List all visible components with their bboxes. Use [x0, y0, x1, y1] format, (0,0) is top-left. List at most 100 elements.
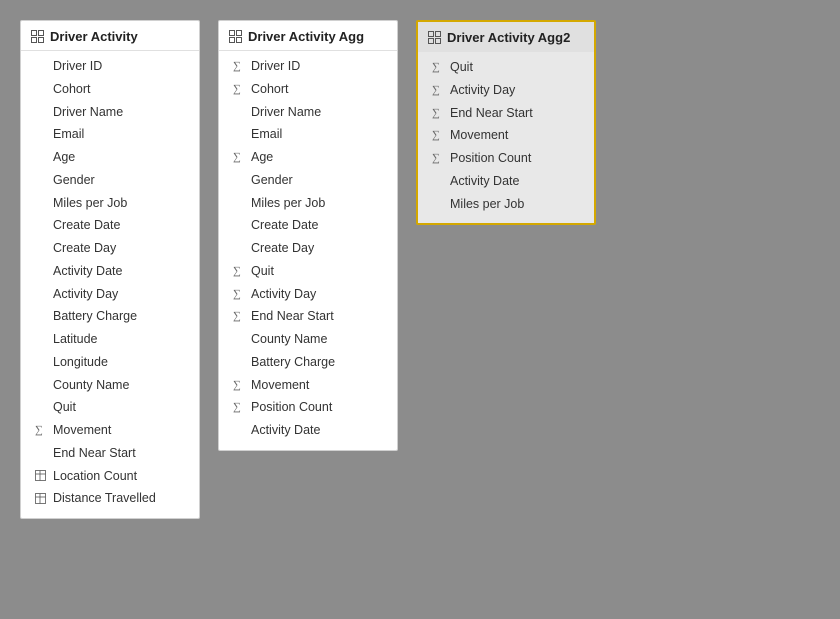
field-name: County Name — [53, 376, 129, 395]
field-name: Position Count — [251, 398, 332, 417]
field-row[interactable]: Quit — [21, 396, 199, 419]
sigma-icon: ∑ — [233, 263, 247, 280]
field-row[interactable]: ∑Quit — [418, 56, 594, 79]
sigma-icon: ∑ — [432, 59, 446, 76]
field-name: County Name — [251, 330, 327, 349]
field-row[interactable]: ∑Activity Day — [418, 79, 594, 102]
sigma-icon: ∑ — [233, 58, 247, 75]
table-title-driver-activity-agg2: Driver Activity Agg2 — [447, 30, 570, 45]
field-row[interactable]: ∑Activity Day — [219, 283, 397, 306]
field-name: Miles per Job — [53, 194, 127, 213]
field-row[interactable]: Location Count — [21, 465, 199, 488]
field-row[interactable]: ∑End Near Start — [418, 102, 594, 125]
sigma-icon: ∑ — [432, 150, 446, 167]
field-row[interactable]: Email — [21, 123, 199, 146]
field-row[interactable]: Create Date — [219, 214, 397, 237]
field-name: Gender — [53, 171, 95, 190]
field-row[interactable]: ∑Movement — [21, 419, 199, 442]
field-name: Miles per Job — [450, 195, 524, 214]
table-body-driver-activity-agg2: ∑Quit∑Activity Day∑End Near Start∑Moveme… — [418, 52, 594, 223]
sigma-icon: ∑ — [233, 149, 247, 166]
field-name: Create Date — [53, 216, 120, 235]
field-row[interactable]: Create Day — [21, 237, 199, 260]
field-row[interactable]: Miles per Job — [219, 192, 397, 215]
table-icon — [35, 470, 49, 482]
field-name: Activity Date — [251, 421, 320, 440]
field-name: Age — [251, 148, 273, 167]
field-row[interactable]: Driver Name — [21, 101, 199, 124]
field-row[interactable]: ∑Movement — [219, 374, 397, 397]
table-body-driver-activity: Driver ID Cohort Driver NameEmailAge Gender… — [21, 51, 199, 518]
sigma-icon: ∑ — [432, 127, 446, 144]
field-row[interactable]: ∑Movement — [418, 124, 594, 147]
field-row[interactable]: ∑Position Count — [219, 396, 397, 419]
table-body-driver-activity-agg: ∑Driver ID∑CohortDriver NameEmail∑AgeGen… — [219, 51, 397, 450]
field-name: Miles per Job — [251, 194, 325, 213]
field-row[interactable]: Latitude — [21, 328, 199, 351]
field-name: Battery Charge — [251, 353, 335, 372]
field-row[interactable]: Miles per Job — [21, 192, 199, 215]
field-name: Email — [251, 125, 282, 144]
field-name: Battery Charge — [53, 307, 137, 326]
field-name: Create Date — [251, 216, 318, 235]
field-name: Activity Date — [53, 262, 122, 281]
field-row[interactable]: ∑Quit — [219, 260, 397, 283]
field-row[interactable]: Gender — [21, 169, 199, 192]
field-row[interactable]: Activity Date — [21, 260, 199, 283]
field-name: Activity Day — [53, 285, 118, 304]
field-row[interactable]: End Near Start — [21, 442, 199, 465]
sigma-icon: ∑ — [233, 308, 247, 325]
field-name: Quit — [251, 262, 274, 281]
field-name: Driver ID — [53, 57, 102, 76]
sigma-icon: ∑ — [233, 286, 247, 303]
field-row[interactable]: Create Day — [219, 237, 397, 260]
field-row[interactable]: Create Date — [21, 214, 199, 237]
field-row[interactable]: ∑Position Count — [418, 147, 594, 170]
field-row[interactable]: Battery Charge — [21, 305, 199, 328]
field-row[interactable]: Age — [21, 146, 199, 169]
field-row[interactable]: Activity Date — [418, 170, 594, 193]
field-name: Quit — [450, 58, 473, 77]
field-row[interactable]: County Name — [21, 374, 199, 397]
field-name: Create Day — [251, 239, 314, 258]
field-row[interactable]: Longitude — [21, 351, 199, 374]
field-name: Movement — [53, 421, 111, 440]
sigma-icon: ∑ — [432, 82, 446, 99]
field-row[interactable]: Cohort — [21, 78, 199, 101]
field-row[interactable]: Driver ID — [21, 55, 199, 78]
table-title-driver-activity: Driver Activity — [50, 29, 138, 44]
field-name: Cohort — [251, 80, 289, 99]
field-row[interactable]: Miles per Job — [418, 193, 594, 216]
field-row[interactable]: Distance Travelled — [21, 487, 199, 510]
field-name: End Near Start — [251, 307, 334, 326]
field-name: Movement — [251, 376, 309, 395]
field-name: Driver Name — [53, 103, 123, 122]
table-card-driver-activity-agg: Driver Activity Agg∑Driver ID∑CohortDriv… — [218, 20, 398, 451]
field-name: Create Day — [53, 239, 116, 258]
field-row[interactable]: Driver Name — [219, 101, 397, 124]
sigma-icon: ∑ — [233, 377, 247, 394]
sigma-icon: ∑ — [233, 399, 247, 416]
field-row[interactable]: Activity Day — [21, 283, 199, 306]
field-name: Driver ID — [251, 57, 300, 76]
field-row[interactable]: Email — [219, 123, 397, 146]
table-grid-icon — [428, 31, 441, 44]
field-name: Cohort — [53, 80, 91, 99]
field-row[interactable]: Gender — [219, 169, 397, 192]
field-row[interactable]: ∑Driver ID — [219, 55, 397, 78]
table-grid-icon — [31, 30, 44, 43]
table-card-driver-activity: Driver Activity Driver ID Cohort Driver Nam… — [20, 20, 200, 519]
table-header-driver-activity-agg2: Driver Activity Agg2 — [418, 22, 594, 52]
field-row[interactable]: County Name — [219, 328, 397, 351]
field-row[interactable]: ∑Cohort — [219, 78, 397, 101]
field-name: Activity Date — [450, 172, 519, 191]
sigma-icon: ∑ — [35, 422, 49, 439]
table-grid-icon — [229, 30, 242, 43]
sigma-icon: ∑ — [432, 105, 446, 122]
table-header-driver-activity-agg: Driver Activity Agg — [219, 21, 397, 51]
sigma-icon: ∑ — [233, 81, 247, 98]
field-row[interactable]: Battery Charge — [219, 351, 397, 374]
field-row[interactable]: Activity Date — [219, 419, 397, 442]
field-row[interactable]: ∑End Near Start — [219, 305, 397, 328]
field-row[interactable]: ∑Age — [219, 146, 397, 169]
